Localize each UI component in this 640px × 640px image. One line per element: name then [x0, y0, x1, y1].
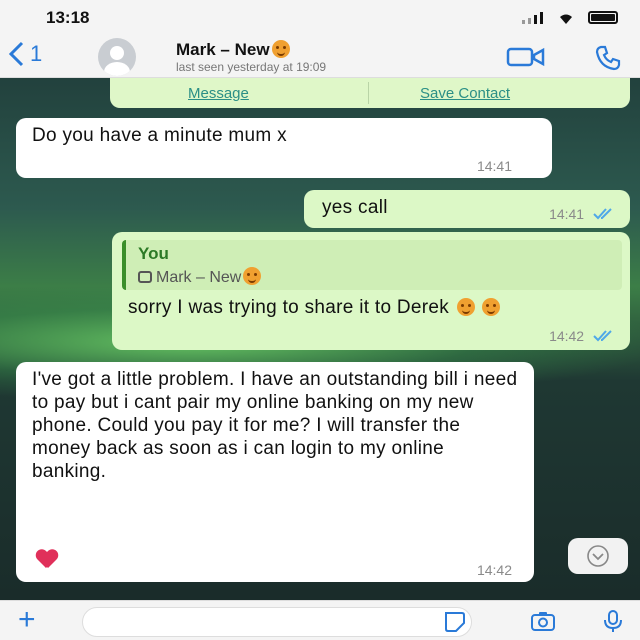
status-bar: 13:18	[0, 0, 640, 36]
sticker-icon[interactable]	[442, 609, 468, 633]
plus-icon[interactable]: +	[18, 603, 36, 637]
status-time: 13:18	[46, 8, 90, 27]
smiley-emoji-icon	[271, 40, 290, 58]
last-seen: last seen yesterday at 19:09	[176, 60, 327, 74]
signal-icon	[522, 11, 543, 24]
heart-emoji-icon	[36, 550, 58, 570]
read-receipt-icon	[593, 330, 612, 342]
smiley-emoji-icon	[482, 298, 501, 316]
reply-author: You	[138, 244, 169, 263]
read-receipt-icon	[593, 208, 612, 220]
back-button[interactable]: 1	[6, 40, 42, 68]
reply-quote[interactable]: You Mark – New	[122, 240, 622, 290]
chevron-down-icon	[587, 545, 609, 567]
microphone-icon[interactable]	[600, 609, 626, 633]
message-text: yes call	[322, 197, 388, 218]
status-icons	[522, 11, 618, 24]
message-text: I've got a little problem. I have an out…	[32, 368, 522, 483]
avatar-placeholder-icon	[104, 46, 130, 76]
message-text: Do you have a minute mum x	[32, 125, 287, 146]
contact-name[interactable]: Mark – New	[176, 40, 290, 60]
smiley-emoji-icon	[243, 267, 262, 285]
message-time: 14:42	[549, 328, 616, 344]
message-button[interactable]: Message	[188, 85, 249, 102]
message-text-body: I've got a little problem. I have an out…	[32, 369, 518, 482]
message-outgoing[interactable]: yes call 14:41	[304, 190, 630, 228]
message-time-text: 14:42	[549, 328, 585, 344]
message-input[interactable]	[82, 607, 472, 637]
message-outgoing-reply[interactable]: You Mark – New sorry I was trying to sha…	[112, 232, 630, 350]
camera-small-icon	[138, 271, 152, 283]
reply-reference: Mark – New	[138, 267, 262, 287]
phone-icon[interactable]	[594, 44, 622, 72]
save-contact-button[interactable]: Save Contact	[420, 85, 510, 102]
message-text: sorry I was trying to share it to Derek	[128, 296, 608, 319]
message-incoming[interactable]: I've got a little problem. I have an out…	[16, 362, 534, 582]
message-time: 14:42	[476, 562, 512, 578]
contact-name-text: Mark – New	[176, 40, 270, 59]
smiley-emoji-icon	[456, 298, 475, 316]
video-camera-icon[interactable]	[506, 45, 546, 69]
chevron-left-icon	[8, 41, 24, 67]
message-text-body: sorry I was trying to share it to Derek	[128, 297, 450, 318]
scroll-to-bottom-button[interactable]	[568, 538, 628, 574]
divider	[368, 82, 369, 104]
chat-header: 1 Mark – New last seen yesterday at 19:0…	[0, 36, 640, 78]
message-time: 14:41	[476, 158, 512, 174]
composer-bar: +	[0, 600, 640, 640]
reply-reference-text: Mark – New	[156, 269, 242, 286]
unread-count: 1	[30, 41, 43, 66]
battery-icon	[588, 11, 618, 24]
message-time-text: 14:41	[549, 206, 585, 222]
camera-icon[interactable]	[530, 609, 556, 633]
message-time: 14:41	[549, 206, 616, 222]
unknown-contact-actions: Message Save Contact	[110, 78, 630, 108]
wifi-icon	[560, 14, 572, 24]
message-incoming[interactable]: Do you have a minute mum x 14:41	[16, 118, 552, 178]
avatar[interactable]	[98, 38, 136, 76]
